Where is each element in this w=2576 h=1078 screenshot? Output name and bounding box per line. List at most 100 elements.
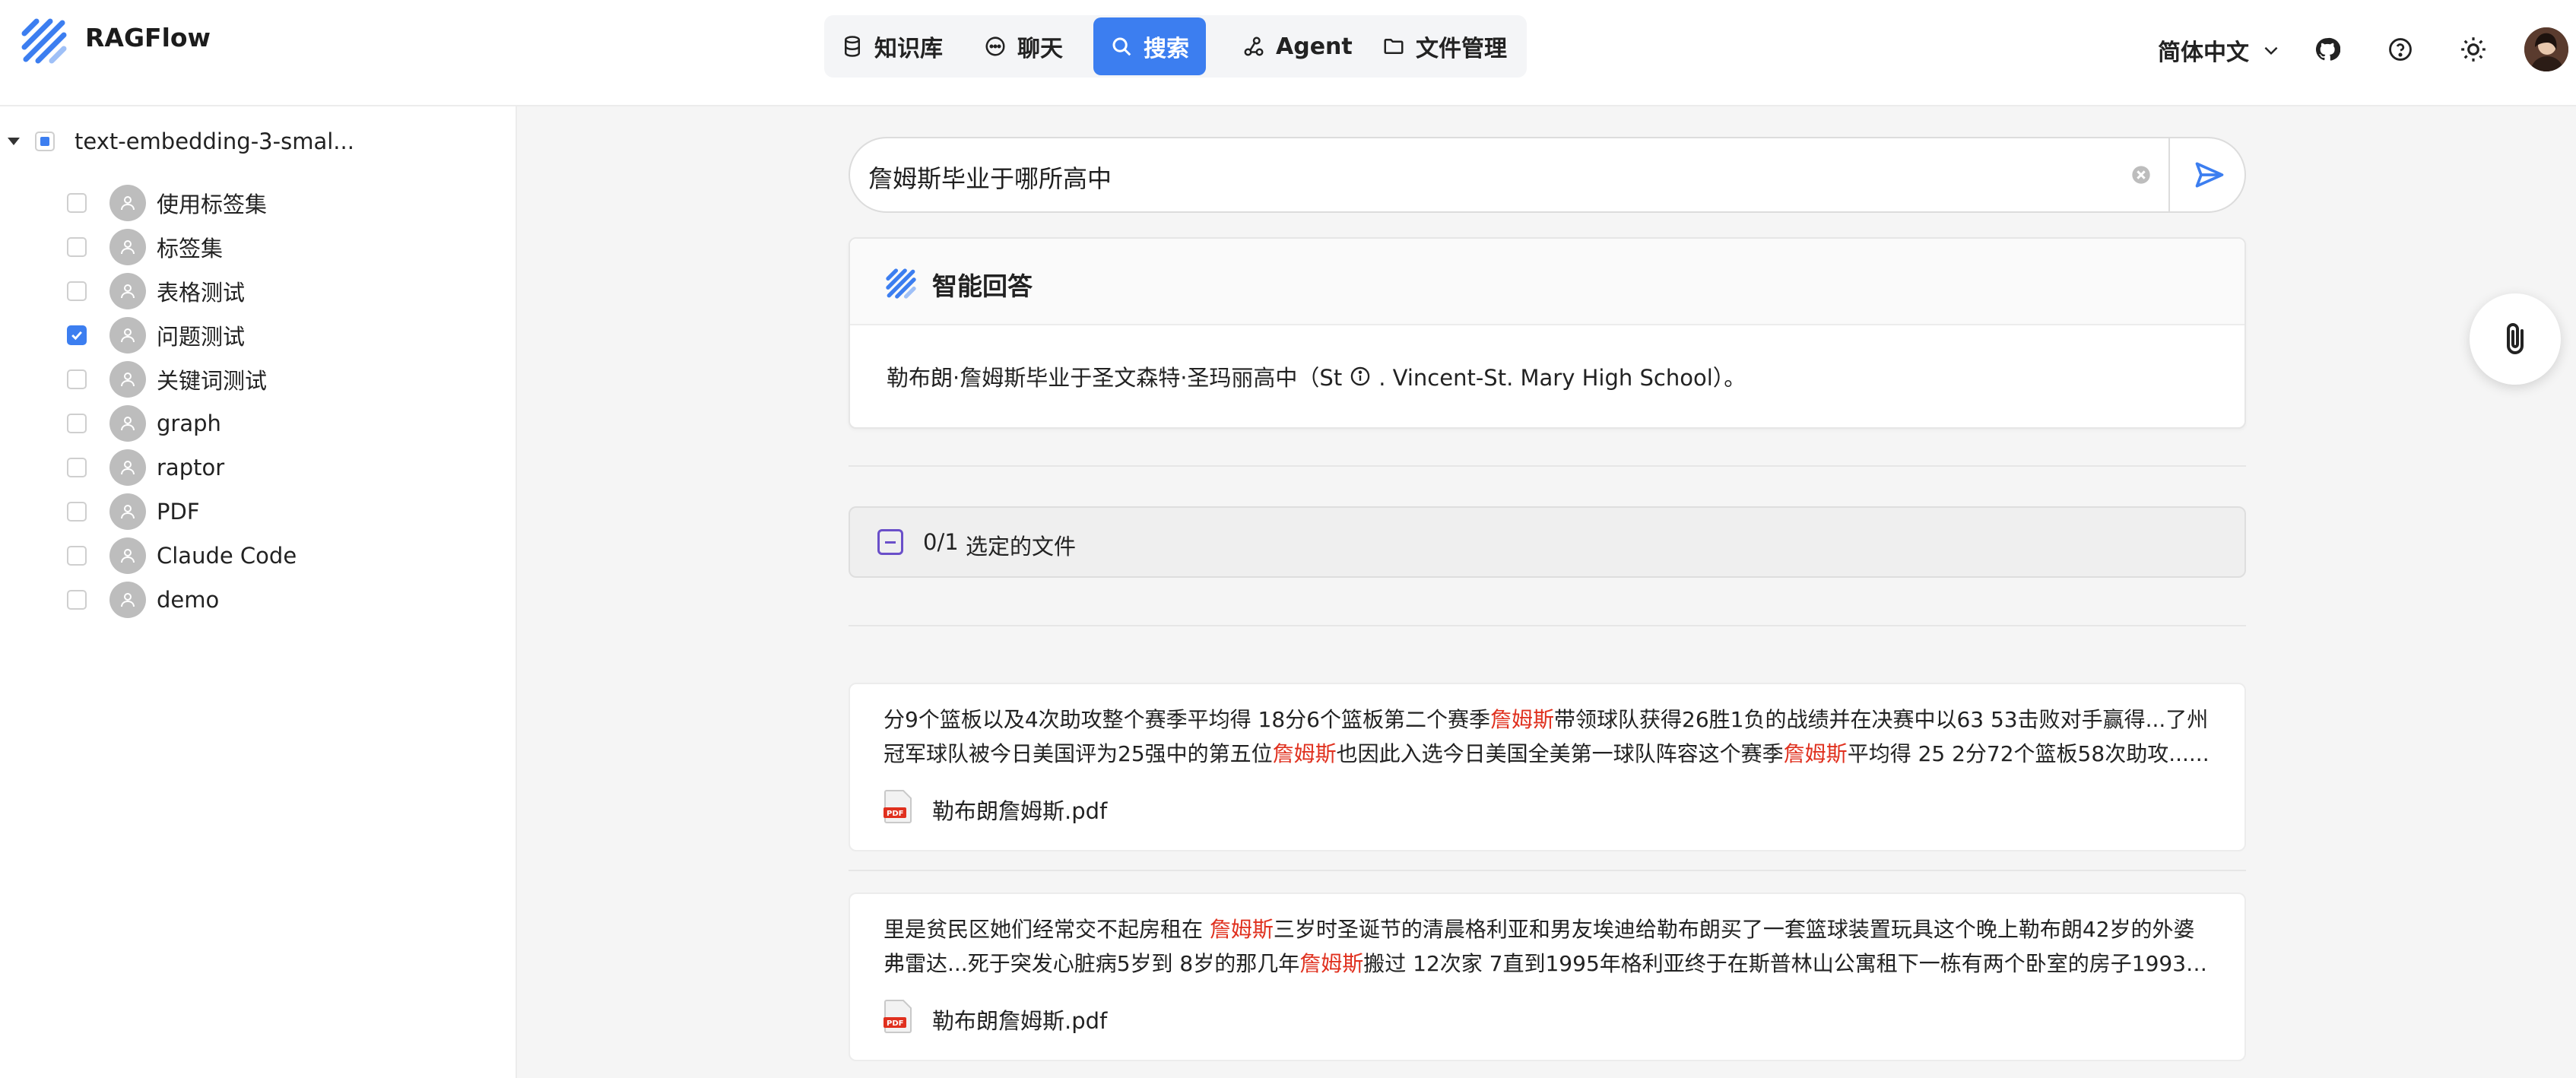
caret-down-icon[interactable] <box>8 138 20 145</box>
search-divider <box>2168 138 2170 211</box>
kb-label: 使用标签集 <box>157 192 268 217</box>
check-icon <box>71 331 82 341</box>
info-icon[interactable] <box>1350 366 1371 387</box>
ai-answer-title: 智能回答 <box>932 271 1033 301</box>
kb-label: 问题测试 <box>157 324 246 350</box>
kb-checkbox[interactable] <box>67 193 87 213</box>
kb-label: raptor <box>157 455 225 480</box>
kb-avatar-icon <box>109 582 146 618</box>
search-result-card[interactable]: 分9个篮板以及4次助攻整个赛季平均得 18分6个篮板第二个赛季詹姆斯带领球队获得… <box>849 683 2246 851</box>
highlighted-term: 詹姆斯 <box>1272 741 1337 766</box>
nav-item-agent[interactable]: Agent <box>1226 17 1369 75</box>
kb-avatar-icon <box>109 273 146 309</box>
kb-checkbox[interactable] <box>67 281 87 301</box>
kb-item[interactable]: 使用标签集 <box>67 181 267 225</box>
kb-item[interactable]: 表格测试 <box>67 269 245 313</box>
tree-root[interactable]: text-embedding-3-smal... <box>8 125 354 158</box>
nav-item-search[interactable]: 搜索 <box>1093 17 1206 75</box>
snippet-text: 三岁时圣诞节的清晨格利亚和男友埃迪给勒布朗买了一套篮球装置玩具这个晚上勒布朗42… <box>1273 917 2195 942</box>
top-header: RAGFlow 知识库 聊天 搜索 Agent 文件管理 简体中文 <box>0 0 2576 106</box>
answer-text-part: . Vincent-St. Mary High School）。 <box>1378 365 1746 391</box>
snippet-line: 里是贫民区她们经常交不起房租在 詹姆斯三岁时圣诞节的清晨格利亚和男友埃迪给勒布朗… <box>884 912 2222 946</box>
kb-item[interactable]: raptor <box>67 445 224 490</box>
kb-checkbox[interactable] <box>67 546 87 566</box>
kb-item[interactable]: 关键词测试 <box>67 357 267 401</box>
paperclip-icon <box>2507 323 2524 354</box>
language-selector[interactable]: 简体中文 <box>2158 33 2281 67</box>
ai-answer-header: 智能回答 <box>850 239 2244 325</box>
snippet-text: 平均得 25 2分72个篮板58次助攻...... <box>1847 741 2210 766</box>
divider <box>849 625 2246 626</box>
highlighted-term: 詹姆斯 <box>1783 741 1848 766</box>
snippet-text: 冠军球队被今日美国评为25强中的第五位 <box>884 741 1273 766</box>
svg-text:PDF: PDF <box>887 810 903 818</box>
selected-files-label: 选定的文件 <box>966 534 1077 560</box>
result-snippet: 分9个篮板以及4次助攻整个赛季平均得 18分6个篮板第二个赛季詹姆斯带领球队获得… <box>884 702 2222 771</box>
kb-label: 标签集 <box>157 236 224 262</box>
nav-label: 知识库 <box>874 36 943 62</box>
kb-checkbox[interactable] <box>67 502 87 522</box>
search-box[interactable]: 詹姆斯毕业于哪所高中 <box>849 137 2246 213</box>
result-snippet: 里是贫民区她们经常交不起房租在 詹姆斯三岁时圣诞节的清晨格利亚和男友埃迪给勒布朗… <box>884 912 2222 981</box>
kb-avatar-icon <box>109 229 146 265</box>
chevron-down-icon <box>2264 46 2278 55</box>
chat-icon <box>985 36 1005 56</box>
kb-checkbox[interactable] <box>67 414 87 433</box>
kb-item[interactable]: graph <box>67 401 221 445</box>
deselect-all-icon[interactable] <box>877 529 903 555</box>
snippet-text: 弗雷达...死于突发心脏病5岁到 8岁的那几年 <box>884 951 1300 976</box>
selected-files-bar[interactable]: 0/1 选定的文件 <box>849 506 2246 578</box>
search-input[interactable]: 詹姆斯毕业于哪所高中 <box>868 160 1112 195</box>
nav-label: 文件管理 <box>1416 36 1507 62</box>
snippet-text: 分9个篮板以及4次助攻整个赛季平均得 18分6个篮板第二个赛季 <box>884 707 1490 732</box>
kb-checkbox[interactable] <box>67 325 87 345</box>
brand-name: RAGFlow <box>85 23 211 52</box>
nav-item-file-manager[interactable]: 文件管理 <box>1366 17 1524 75</box>
snippet-line: 冠军球队被今日美国评为25强中的第五位詹姆斯也因此入选今日美国全美第一球队阵容这… <box>884 737 2222 771</box>
kb-checkbox[interactable] <box>67 590 87 610</box>
kb-checkbox[interactable] <box>67 237 87 257</box>
root-checkbox[interactable] <box>35 132 55 151</box>
kb-label: demo <box>157 587 220 613</box>
pdf-file-icon: PDF <box>884 1000 912 1033</box>
kb-label: Claude Code <box>157 543 297 569</box>
nav-label: 聊天 <box>1017 36 1063 62</box>
ragflow-logo-icon[interactable] <box>20 17 68 65</box>
send-icon[interactable] <box>2193 158 2226 192</box>
kb-checkbox[interactable] <box>67 458 87 477</box>
highlighted-term: 詹姆斯 <box>1209 917 1274 942</box>
clear-icon[interactable] <box>2130 164 2152 185</box>
result-file-name[interactable]: 勒布朗詹姆斯.pdf <box>932 1003 1107 1035</box>
user-avatar[interactable] <box>2524 27 2568 71</box>
nav-label: 搜索 <box>1144 36 1189 62</box>
help-icon[interactable] <box>2378 27 2422 71</box>
kb-avatar-icon <box>109 185 146 221</box>
attach-button[interactable] <box>2470 293 2561 385</box>
kb-label: 表格测试 <box>157 280 246 306</box>
theme-toggle-sun-icon[interactable] <box>2451 27 2495 71</box>
result-file-name[interactable]: 勒布朗詹姆斯.pdf <box>932 794 1107 826</box>
snippet-text: 搬过 12次家 7直到1995年格利亚终于在斯普林山公寓租下一栋有两个卧室的房子… <box>1363 951 2222 976</box>
kb-item[interactable]: 标签集 <box>67 225 223 269</box>
kb-item[interactable]: 问题测试 <box>67 313 245 357</box>
snippet-text: 也因此入选今日美国全美第一球队阵容这个赛季 <box>1336 741 1784 766</box>
kb-avatar-icon <box>109 405 146 442</box>
ragflow-logo-icon <box>886 268 916 299</box>
kb-checkbox[interactable] <box>67 369 87 389</box>
svg-text:PDF: PDF <box>887 1019 903 1028</box>
database-icon <box>845 36 860 57</box>
kb-avatar-icon <box>109 361 146 398</box>
snippet-line: 分9个篮板以及4次助攻整个赛季平均得 18分6个篮板第二个赛季詹姆斯带领球队获得… <box>884 702 2222 737</box>
kb-item[interactable]: PDF <box>67 490 200 534</box>
main-nav: 知识库 聊天 搜索 Agent 文件管理 <box>824 15 1527 78</box>
nav-item-chat[interactable]: 聊天 <box>967 17 1080 75</box>
kb-item[interactable]: Claude Code <box>67 534 297 578</box>
kb-item[interactable]: demo <box>67 578 219 622</box>
knowledge-base-tree: text-embedding-3-smal... 使用标签集 标签集 表格测试 … <box>0 106 517 1078</box>
answer-text-part: 勒布朗·詹姆斯毕业于圣文森特·圣玛丽高中（St <box>887 365 1343 391</box>
snippet-text: 里是贫民区她们经常交不起房租在 <box>884 917 1210 942</box>
nav-item-knowledge-base[interactable]: 知识库 <box>824 17 960 75</box>
github-icon[interactable] <box>2305 27 2349 71</box>
agent-graph-icon <box>1244 36 1264 56</box>
search-result-card[interactable]: 里是贫民区她们经常交不起房租在 詹姆斯三岁时圣诞节的清晨格利亚和男友埃迪给勒布朗… <box>849 893 2246 1061</box>
